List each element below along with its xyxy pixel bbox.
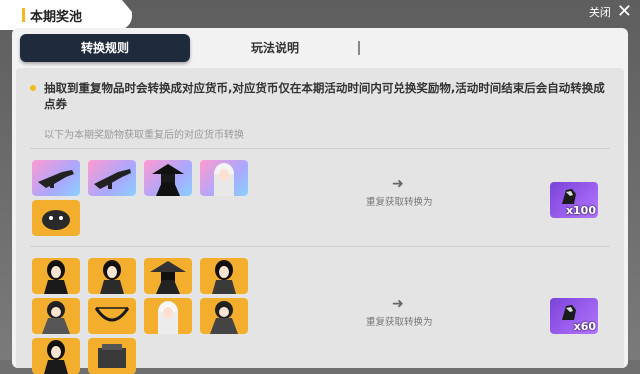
character-white-hair-icon[interactable] (200, 160, 248, 196)
reward-count: x60 (573, 320, 596, 333)
character-icon[interactable] (32, 258, 80, 294)
reward-count: x100 (565, 204, 596, 217)
conversion-label: 重复获取转换为 (366, 197, 433, 208)
row-divider (30, 148, 610, 149)
character-hat-icon[interactable] (144, 258, 192, 294)
character-icon[interactable] (32, 298, 80, 334)
character-icon[interactable] (32, 338, 80, 374)
title-accent-bar (22, 8, 25, 22)
weapon-rifle-icon[interactable] (32, 160, 80, 196)
close-label: 关闭 (588, 6, 611, 19)
close-icon: ✕ (616, 1, 632, 22)
arrow-right-icon: ➜ (392, 176, 404, 192)
title-tab: 本期奖池 (0, 0, 132, 30)
tab-gameplay-info[interactable]: 玩法说明 (192, 34, 358, 62)
weapon-bow-icon[interactable] (88, 298, 136, 334)
tab-bar: 转换规则 玩法说明 (20, 34, 620, 62)
close-button[interactable]: 关闭 ✕ (589, 2, 632, 22)
page-title: 本期奖池 (30, 10, 83, 25)
conversion-label: 重复获取转换为 (366, 317, 433, 328)
notice: 抽取到重复物品时会转换成对应货币,对应货币仅在本期活动时间内可兑换奖励物,活动时… (30, 80, 610, 112)
row-divider (30, 246, 610, 247)
tab-conversion-rules[interactable]: 转换规则 (20, 34, 190, 62)
pet-black-icon[interactable] (32, 200, 80, 236)
character-icon[interactable] (88, 258, 136, 294)
weapon-crate-icon[interactable] (88, 338, 136, 374)
reward-currency[interactable]: x100 (550, 182, 598, 218)
character-icon[interactable] (200, 258, 248, 294)
arrow-right-icon: ➜ (392, 296, 404, 312)
character-white-hair-icon[interactable] (144, 298, 192, 334)
main-panel: 转换规则 玩法说明 抽取到重复物品时会转换成对应货币,对应货币仅在本期活动时间内… (12, 28, 628, 374)
notice-text: 抽取到重复物品时会转换成对应货币,对应货币仅在本期活动时间内可兑换奖励物,活动时… (44, 81, 605, 111)
character-icon[interactable] (200, 298, 248, 334)
tab-divider (358, 41, 360, 55)
reward-currency[interactable]: x60 (550, 298, 598, 334)
bullet-icon (30, 85, 36, 91)
content-area: 抽取到重复物品时会转换成对应货币,对应货币仅在本期活动时间内可兑换奖励物,活动时… (16, 68, 624, 374)
character-hat-icon[interactable] (144, 160, 192, 196)
sub-note: 以下为本期奖励物获取重复后的对应货币转换 (44, 130, 244, 141)
weapon-rifle-icon[interactable] (88, 160, 136, 196)
